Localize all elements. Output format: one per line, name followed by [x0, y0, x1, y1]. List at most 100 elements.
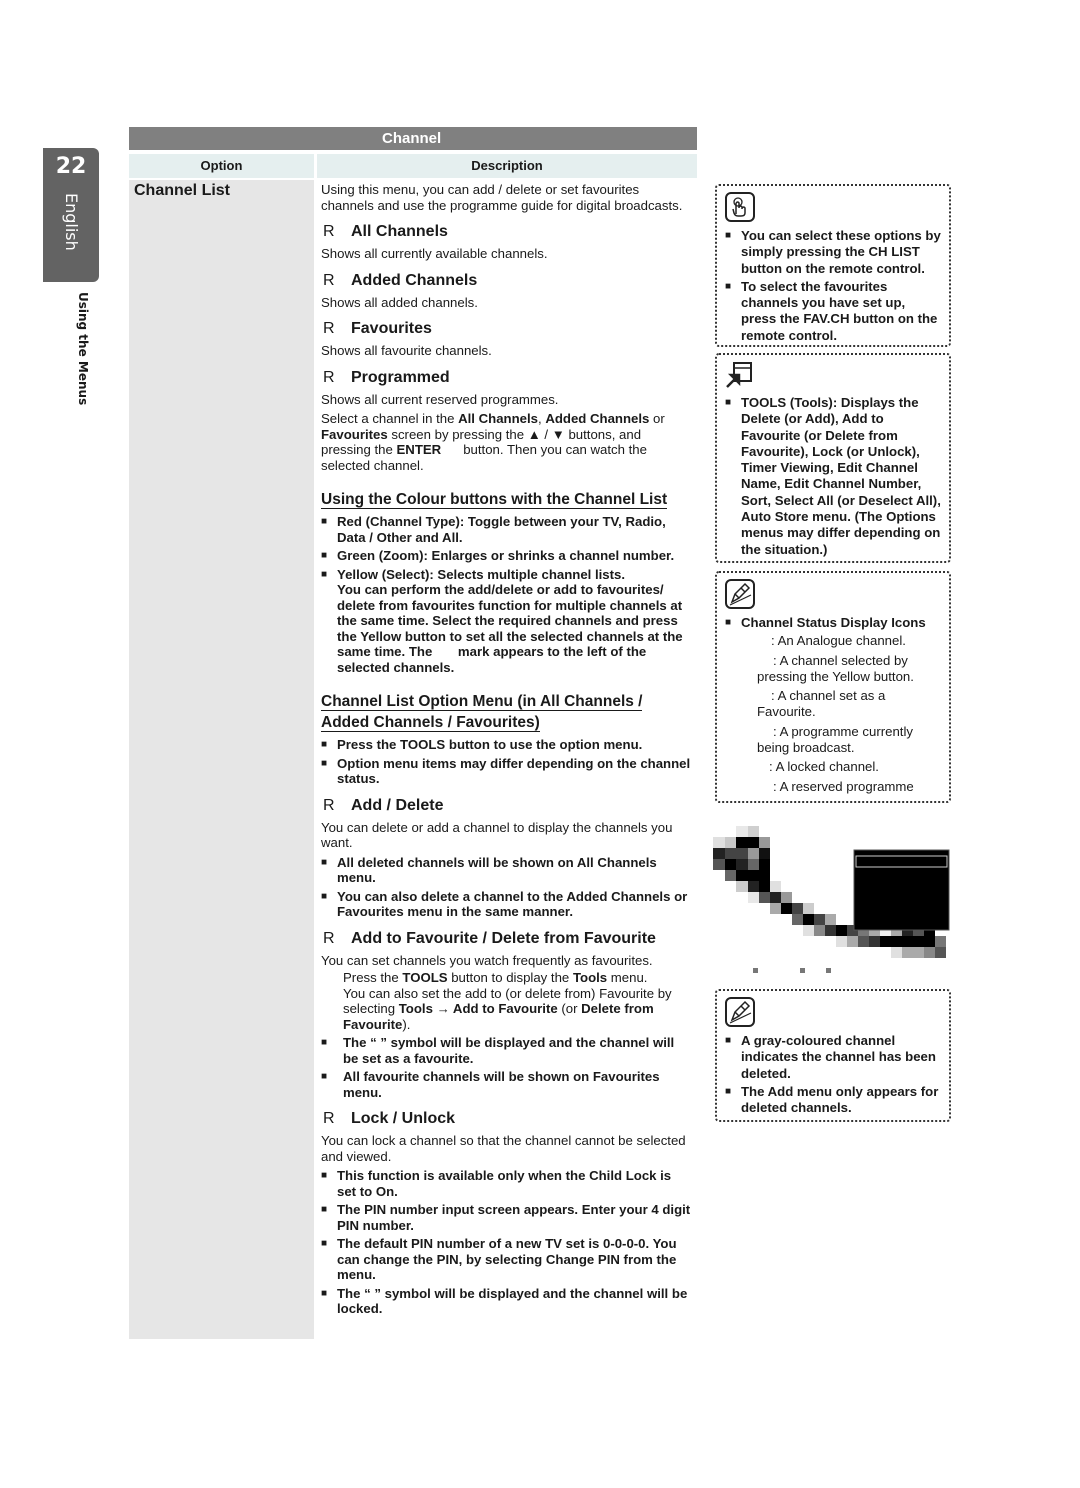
- text: Added Channels: [566, 888, 671, 904]
- text: All favourite channels will be shown on: [343, 1069, 593, 1084]
- text: Tools: [572, 970, 608, 985]
- text: Yellow (: [337, 566, 387, 582]
- text: All Channels: [576, 854, 657, 870]
- text: ): Enlarges or shrinks a channel number.: [419, 548, 675, 563]
- sub-favourites: R Favourites: [321, 320, 693, 338]
- text: All deleted channels will be shown on: [337, 854, 577, 870]
- text: You can perform the add/delete or add to…: [337, 582, 687, 675]
- text: Data / Other: [337, 529, 412, 545]
- list-item: Option menu items may differ depending o…: [321, 756, 693, 787]
- list-item: All favourite channels will be shown on …: [321, 1069, 693, 1100]
- status-item: : An Analogue channel.: [771, 633, 906, 649]
- lock-list: This function is available only when the…: [321, 1168, 693, 1317]
- header-description: Description: [317, 154, 697, 178]
- text: : Displays the: [832, 395, 919, 410]
- text: ,: [767, 492, 775, 508]
- text: You can also delete a channel to the: [337, 888, 567, 904]
- text: ).: [402, 1016, 411, 1032]
- text: Channel Type: [369, 514, 456, 529]
- text: ,: [917, 476, 922, 492]
- list-item-red: Red (Channel Type): Toggle between your …: [321, 514, 693, 545]
- text: Green (: [337, 548, 384, 563]
- status-item: : A channel selected by pressing the Yel…: [757, 652, 914, 684]
- text: TOOLS: [400, 737, 446, 752]
- text: (or: [842, 443, 868, 459]
- header-option: Option: [129, 154, 314, 178]
- list-item: All deleted channels will be shown on Al…: [321, 855, 693, 886]
- text: menu in the same manner.: [403, 904, 573, 919]
- deleted-note-list: A gray-coloured channel indicates the ch…: [725, 1033, 943, 1116]
- text: menu.: [343, 1084, 382, 1100]
- text: ),: [800, 443, 813, 459]
- add-fav-text: You can set channels you watch frequentl…: [321, 952, 653, 968]
- heading-text: Added Channels / Favourites): [321, 714, 540, 732]
- all-channels-text: Shows all currently available channels.: [321, 246, 548, 261]
- text: Select: [386, 566, 425, 582]
- list-item: The Add menu only appears for deleted ch…: [725, 1084, 943, 1117]
- text: Press the: [337, 737, 401, 752]
- text: menu.: [337, 870, 376, 885]
- text: TV: [602, 514, 619, 529]
- status-heading: Channel Status Display Icons: [725, 615, 943, 632]
- list-item-green: Green (Zoom): Enlarges or shrinks a chan…: [321, 548, 693, 564]
- add-fav-list: The “ ” symbol will be displayed and the…: [321, 1035, 693, 1100]
- list-item: You can select these options by simply p…: [725, 228, 943, 277]
- text: (or: [833, 492, 859, 508]
- text: ): Toggle between your: [455, 514, 603, 529]
- status-item: : A programme currently being broadcast.: [757, 723, 913, 756]
- note-remote: You can select these options by simply p…: [715, 184, 951, 347]
- sub-title: Added Channels: [351, 271, 478, 289]
- hand-pointer-icon: [725, 192, 755, 222]
- sub-add-favourite: R Add to Favourite / Delete from Favourit…: [321, 930, 693, 948]
- list-item: The “ ” symbol will be displayed and the…: [321, 1035, 693, 1066]
- text: ),: [932, 492, 941, 508]
- text: The: [741, 1083, 768, 1099]
- text: Add: [805, 411, 831, 427]
- text: (or: [780, 411, 806, 427]
- sub-programmed: R Programmed: [321, 369, 693, 387]
- option-menu-list: Press the TOOLS button to use the option…: [321, 737, 693, 787]
- sub-title: Add to Favourite / Delete from Favourite: [351, 929, 656, 947]
- text: Select a channel in the: [321, 411, 459, 426]
- text: Favourites: [592, 1069, 660, 1084]
- sub-all-channels: R All Channels: [321, 223, 693, 241]
- heading-text: Channel List Option Menu (in All Channel…: [321, 693, 643, 711]
- text: FAV.CH: [803, 311, 850, 327]
- note-tools: TOOLS (Tools): Displays the Delete (or A…: [715, 353, 951, 563]
- text: Add: [767, 1083, 794, 1099]
- text: Favourites: [337, 904, 404, 919]
- reference-marker: R: [323, 223, 335, 240]
- option-name: Channel List: [134, 182, 231, 199]
- text: TOOLS: [402, 970, 448, 985]
- status-item: : A locked channel.: [769, 759, 879, 775]
- list-item: This function is available only when the…: [321, 1168, 693, 1199]
- text: ): Selects multiple channel lists.: [424, 566, 626, 582]
- text: button to display the: [447, 970, 573, 985]
- sub-added-channels: R Added Channels: [321, 272, 693, 290]
- remote-note-list: You can select these options by simply p…: [725, 228, 943, 344]
- colour-buttons-list: Red (Channel Type): Toggle between your …: [321, 514, 693, 675]
- list-item: The default PIN number of a new TV set i…: [321, 1236, 693, 1283]
- text: Delete: [741, 411, 781, 427]
- section-label: Using the Menus: [76, 292, 90, 406]
- tools-note-list: TOOLS (Tools): Displays the Delete (or A…: [725, 395, 943, 558]
- text: Deselect All: [858, 492, 933, 508]
- favourites-text: Shows all favourite channels.: [321, 343, 492, 358]
- sub-add-delete: R Add / Delete: [321, 797, 693, 815]
- list-item: Press the TOOLS button to use the option…: [321, 737, 693, 753]
- table-title-bar: Channel: [129, 127, 697, 150]
- list-item: A gray-coloured channel indicates the ch…: [725, 1033, 943, 1082]
- text: Tools → Add to Favourite: [398, 1001, 558, 1016]
- option-column: Channel List: [129, 180, 314, 1339]
- reference-marker: R: [323, 796, 335, 814]
- text: The default PIN number of a new TV set i…: [337, 1236, 603, 1251]
- text: Zoom: [383, 548, 420, 563]
- list-item: The “ ” symbol will be displayed and the…: [321, 1286, 693, 1317]
- list-item: To select the favourites channels you ha…: [725, 279, 943, 344]
- text: (or: [557, 1001, 582, 1016]
- text: Timer Viewing: [741, 460, 830, 476]
- text: Edit Channel Number: [784, 476, 918, 492]
- list-item-yellow: Yellow (Select): Selects multiple channe…: [321, 567, 693, 676]
- sub-title: Favourites: [351, 320, 432, 337]
- reference-marker: R: [323, 320, 335, 337]
